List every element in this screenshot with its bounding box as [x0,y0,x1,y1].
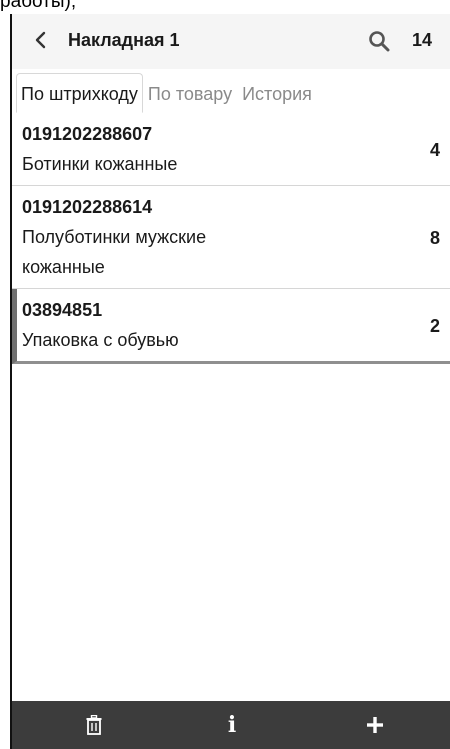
item-barcode: 0191202288607 [22,124,153,144]
list-item-selected[interactable]: 03894851 Упаковка с обувью 2 [12,289,450,364]
item-quantity: 2 [429,315,440,336]
app-bar: Накладная 1 14 [12,14,450,69]
tab-history[interactable]: История [237,73,317,113]
bottom-toolbar: i [12,701,450,749]
document-text-fragment: работы); [0,0,450,14]
tab-by-barcode[interactable]: По штрихкоду [16,73,143,113]
info-icon: i [227,712,237,738]
list-item[interactable]: 0191202288607 Ботинки кожанные 4 [12,113,450,186]
page-title: Накладная 1 [68,30,180,50]
tab-bar: По штрихкоду По товару История [16,73,317,113]
item-quantity: 8 [429,227,440,248]
list-item-body: 0191202288614 Полуботинки мужские кожанн… [22,194,410,282]
document-text: работы); [0,0,77,12]
item-barcode: 03894851 [22,300,103,320]
back-button[interactable] [26,25,56,55]
tab-by-product[interactable]: По товару [143,73,237,113]
item-name: Упаковка с обувью [22,330,179,350]
trash-icon [86,715,102,735]
info-button[interactable]: i [212,701,252,749]
plus-icon [367,717,383,733]
item-name: Полуботинки мужские кожанные [22,227,207,277]
total-count: 14 [412,30,433,50]
phone-screen: Накладная 1 14 По штрихкоду По товару Ис… [10,14,450,749]
chevron-left-icon [35,31,46,49]
search-icon [369,31,390,52]
delete-button[interactable] [74,701,114,749]
item-name: Ботинки кожанные [22,154,178,174]
item-barcode: 0191202288614 [22,197,153,217]
list-item[interactable]: 0191202288614 Полуботинки мужские кожанн… [12,186,450,289]
list-item-body: 0191202288607 Ботинки кожанные [22,121,410,179]
add-button[interactable] [355,701,395,749]
items-list: 0191202288607 Ботинки кожанные 4 0191202… [12,113,450,364]
search-button[interactable] [364,26,394,56]
list-item-body: 03894851 Упаковка с обувью [22,297,410,355]
item-quantity: 4 [429,139,440,160]
